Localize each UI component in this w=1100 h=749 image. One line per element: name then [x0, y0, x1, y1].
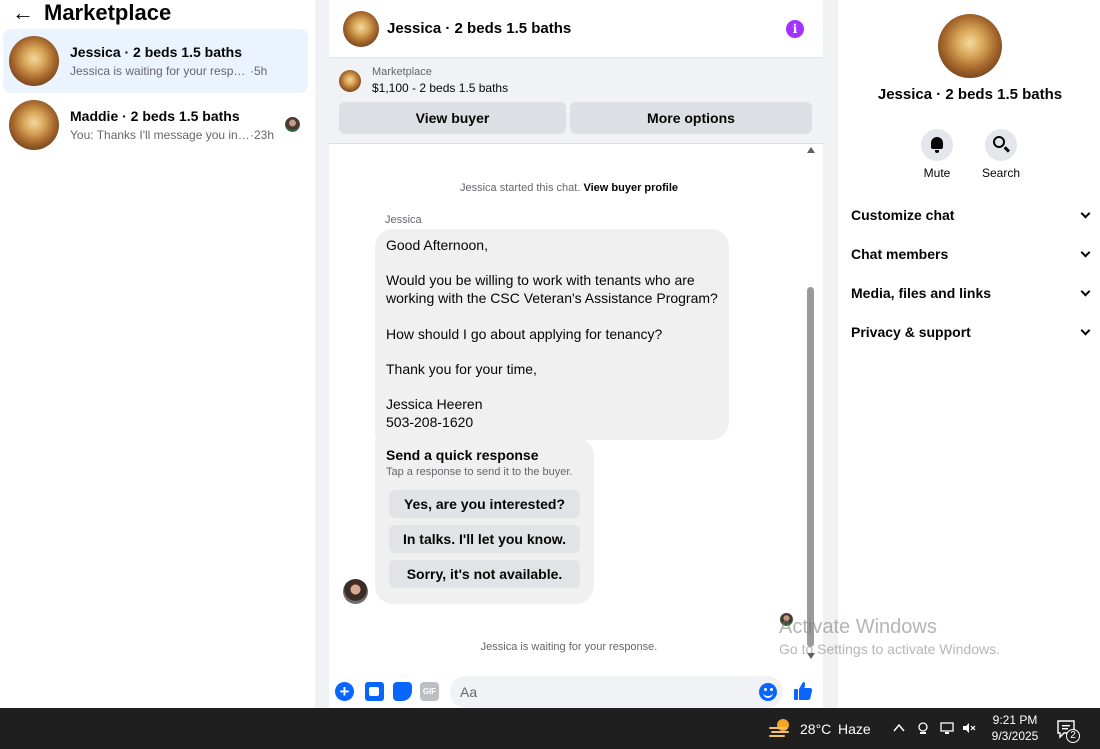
sticker-icon[interactable]	[393, 682, 412, 701]
quick-response-subtitle: Tap a response to send it to the buyer.	[386, 466, 573, 478]
conversation-time: ·5h	[250, 64, 268, 78]
chat-members-section[interactable]: Chat members	[851, 241, 1091, 267]
chevron-down-icon	[1080, 247, 1091, 257]
thumbs-up-icon[interactable]	[793, 681, 813, 701]
quick-reply-interested[interactable]: Yes, are you interested?	[389, 490, 580, 518]
info-icon[interactable]: i	[786, 20, 804, 38]
conversation-preview: Jessica is waiting for your response.	[70, 64, 250, 78]
quick-reply-not-available[interactable]: Sorry, it's not available.	[389, 560, 580, 588]
speaker-muted-icon[interactable]	[962, 721, 976, 735]
gif-icon[interactable]: GIF	[420, 682, 439, 701]
emoji-icon[interactable]	[759, 683, 777, 701]
quick-reply-in-talks[interactable]: In talks. I'll let you know.	[389, 525, 580, 553]
photo-icon[interactable]	[365, 682, 384, 701]
chat-title[interactable]: Jessica · 2 beds 1.5 baths	[387, 20, 571, 37]
network-icon[interactable]	[940, 721, 954, 735]
sender-name: Jessica	[385, 214, 422, 226]
clock-time: 9:21 PM	[992, 713, 1038, 727]
listing-price: $1,100 - 2 beds 1.5 baths	[372, 81, 509, 95]
conversation-preview: You: Thanks I'll message you in a ...	[70, 128, 250, 142]
webcam-icon[interactable]	[916, 721, 930, 735]
conversation-time: ·23h	[250, 128, 275, 142]
section-label: Chat members	[851, 246, 949, 262]
section-label: Customize chat	[851, 207, 955, 223]
listing-avatar	[9, 36, 59, 86]
chevron-down-icon	[1080, 286, 1091, 296]
privacy-support-section[interactable]: Privacy & support	[851, 319, 1091, 345]
haze-weather-icon[interactable]	[768, 717, 792, 739]
conversation-item-maddie[interactable]: Maddie · 2 beds 1.5 baths You: Thanks I'…	[3, 93, 308, 157]
waiting-status: Jessica is waiting for your response.	[480, 641, 658, 653]
conversation-list-panel: ← Marketplace Jessica · 2 beds 1.5 baths…	[0, 0, 315, 708]
search-icon	[993, 136, 1005, 148]
chat-avatar[interactable]	[343, 10, 379, 47]
plus-icon[interactable]: +	[335, 682, 354, 701]
activate-windows-subtext: Go to Settings to activate Windows.	[779, 641, 1000, 657]
view-buyer-button[interactable]: View buyer	[339, 102, 566, 134]
quick-response-card: Send a quick response Tap a response to …	[375, 438, 594, 604]
chevron-up-icon[interactable]	[892, 721, 906, 735]
temperature[interactable]: 28°C	[800, 721, 831, 737]
chat-started-text: Jessica started this chat.	[459, 182, 581, 194]
view-buyer-profile-link[interactable]: View buyer profile	[583, 182, 678, 194]
message-input[interactable]: Aa	[450, 676, 783, 708]
windows-taskbar: 28°C Haze 9:21 PM 9/3/2025 2	[0, 708, 1100, 749]
chevron-down-icon	[1080, 208, 1091, 218]
search-label: Search	[981, 166, 1021, 180]
system-clock[interactable]: 9:21 PM 9/3/2025	[990, 712, 1040, 744]
activate-windows-watermark: Activate Windows	[779, 616, 937, 638]
bell-icon	[931, 137, 943, 153]
conversation-title: Maddie · 2 beds 1.5 baths	[70, 108, 240, 124]
details-title: Jessica · 2 beds 1.5 baths	[877, 86, 1063, 103]
media-files-links-section[interactable]: Media, files and links	[851, 280, 1091, 306]
chat-panel: Jessica · 2 beds 1.5 baths i Marketplace…	[329, 0, 823, 708]
customize-chat-section[interactable]: Customize chat	[851, 202, 1091, 228]
chat-started-line: Jessica started this chat. View buyer pr…	[329, 182, 809, 194]
section-label: Privacy & support	[851, 324, 971, 340]
left-header: ← Marketplace	[0, 0, 315, 26]
chevron-down-icon	[1080, 325, 1091, 335]
scrollbar-thumb[interactable]	[807, 287, 814, 647]
conversation-title: Jessica · 2 beds 1.5 baths	[70, 44, 242, 60]
page-title: Marketplace	[44, 0, 172, 25]
message-composer: + GIF Aa	[329, 674, 823, 708]
weather-condition[interactable]: Haze	[838, 721, 871, 737]
mute-label: Mute	[923, 166, 951, 180]
conversation-item-jessica[interactable]: Jessica · 2 beds 1.5 baths Jessica is wa…	[3, 29, 308, 93]
scroll-up-icon[interactable]	[807, 147, 815, 153]
back-arrow-icon[interactable]: ←	[12, 1, 36, 25]
more-options-button[interactable]: More options	[570, 102, 812, 134]
section-label: Media, files and links	[851, 285, 992, 301]
marketplace-label: Marketplace	[372, 66, 432, 78]
seen-avatar-icon	[285, 117, 300, 132]
quick-response-title: Send a quick response	[386, 447, 539, 463]
mute-button[interactable]: Mute	[912, 129, 962, 180]
notification-count-badge: 2	[1066, 729, 1080, 743]
message-thread: Jessica started this chat. View buyer pr…	[329, 145, 823, 667]
listing-avatar	[9, 100, 59, 150]
search-button[interactable]: Search	[976, 129, 1026, 180]
details-avatar	[938, 14, 1002, 78]
clock-date: 9/3/2025	[991, 729, 1039, 743]
buyer-avatar[interactable]	[343, 579, 368, 604]
listing-thumbnail[interactable]	[339, 69, 361, 92]
chat-details-panel: Jessica · 2 beds 1.5 baths Mute Search C…	[838, 0, 1100, 708]
scrollbar[interactable]	[807, 145, 818, 660]
chat-header: Jessica · 2 beds 1.5 baths i	[329, 0, 823, 58]
message-bubble: Good Afternoon, Would you be willing to …	[375, 229, 729, 440]
